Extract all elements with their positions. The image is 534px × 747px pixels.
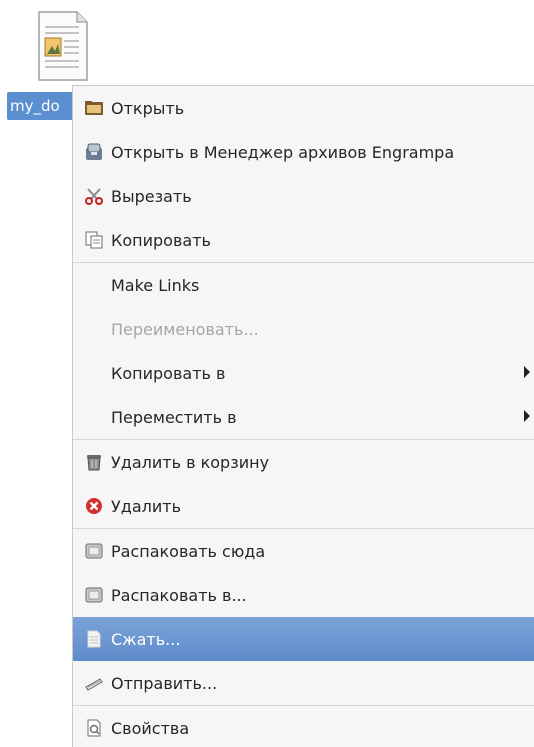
- document-file-icon[interactable]: [37, 10, 89, 82]
- menu-item-label: Свойства: [111, 718, 190, 738]
- desktop: my_do Открыть Открыть в Менеджер архивов…: [0, 0, 534, 747]
- menu-item-open-engrampa[interactable]: Открыть в Менеджер архивов Engrampa: [73, 130, 534, 174]
- menu-item-compress[interactable]: Сжать...: [73, 617, 534, 661]
- send-icon: [83, 672, 105, 694]
- menu-item-cut[interactable]: Вырезать: [73, 174, 534, 218]
- submenu-arrow-icon: [524, 410, 530, 422]
- extract-icon: [83, 540, 105, 562]
- folder-open-icon: [83, 97, 105, 119]
- menu-item-label: Удалить в корзину: [111, 452, 270, 472]
- menu-item-make-links[interactable]: Make Links: [73, 263, 534, 307]
- archive-manager-icon: [83, 141, 105, 163]
- menu-item-label: Открыть в Менеджер архивов Engrampa: [111, 142, 455, 162]
- submenu-arrow-icon: [524, 366, 530, 378]
- menu-item-label: Распаковать сюда: [111, 541, 266, 561]
- menu-item-label: Отправить...: [111, 673, 218, 693]
- document-icon: [83, 628, 105, 650]
- delete-icon: [83, 495, 105, 517]
- menu-item-copy[interactable]: Копировать: [73, 218, 534, 262]
- menu-item-label: Сжать...: [111, 629, 181, 649]
- copy-icon: [83, 229, 105, 251]
- menu-item-extract-to[interactable]: Распаковать в...: [73, 573, 534, 617]
- menu-item-rename: Переименовать...: [73, 307, 534, 351]
- scissors-icon: [83, 185, 105, 207]
- menu-item-open[interactable]: Открыть: [73, 86, 534, 130]
- menu-item-label: Копировать: [111, 230, 211, 250]
- menu-item-label: Переименовать...: [111, 319, 259, 339]
- menu-item-label: Распаковать в...: [111, 585, 247, 605]
- menu-item-move-to-trash[interactable]: Удалить в корзину: [73, 440, 534, 484]
- file-name-label[interactable]: my_do: [7, 92, 76, 120]
- menu-item-properties[interactable]: Свойства: [73, 706, 534, 747]
- menu-item-label: Make Links: [111, 275, 200, 295]
- menu-item-send[interactable]: Отправить...: [73, 661, 534, 705]
- menu-item-label: Удалить: [111, 496, 181, 516]
- menu-item-move-to[interactable]: Переместить в: [73, 395, 534, 439]
- menu-item-label: Копировать в: [111, 363, 226, 383]
- menu-item-label: Вырезать: [111, 186, 192, 206]
- extract-icon: [83, 584, 105, 606]
- properties-icon: [83, 717, 105, 739]
- menu-item-label: Открыть: [111, 98, 185, 118]
- menu-item-delete[interactable]: Удалить: [73, 484, 534, 528]
- trash-icon: [83, 451, 105, 473]
- menu-item-copy-to[interactable]: Копировать в: [73, 351, 534, 395]
- menu-item-label: Переместить в: [111, 407, 237, 427]
- menu-item-extract-here[interactable]: Распаковать сюда: [73, 529, 534, 573]
- context-menu: Открыть Открыть в Менеджер архивов Engra…: [72, 85, 534, 747]
